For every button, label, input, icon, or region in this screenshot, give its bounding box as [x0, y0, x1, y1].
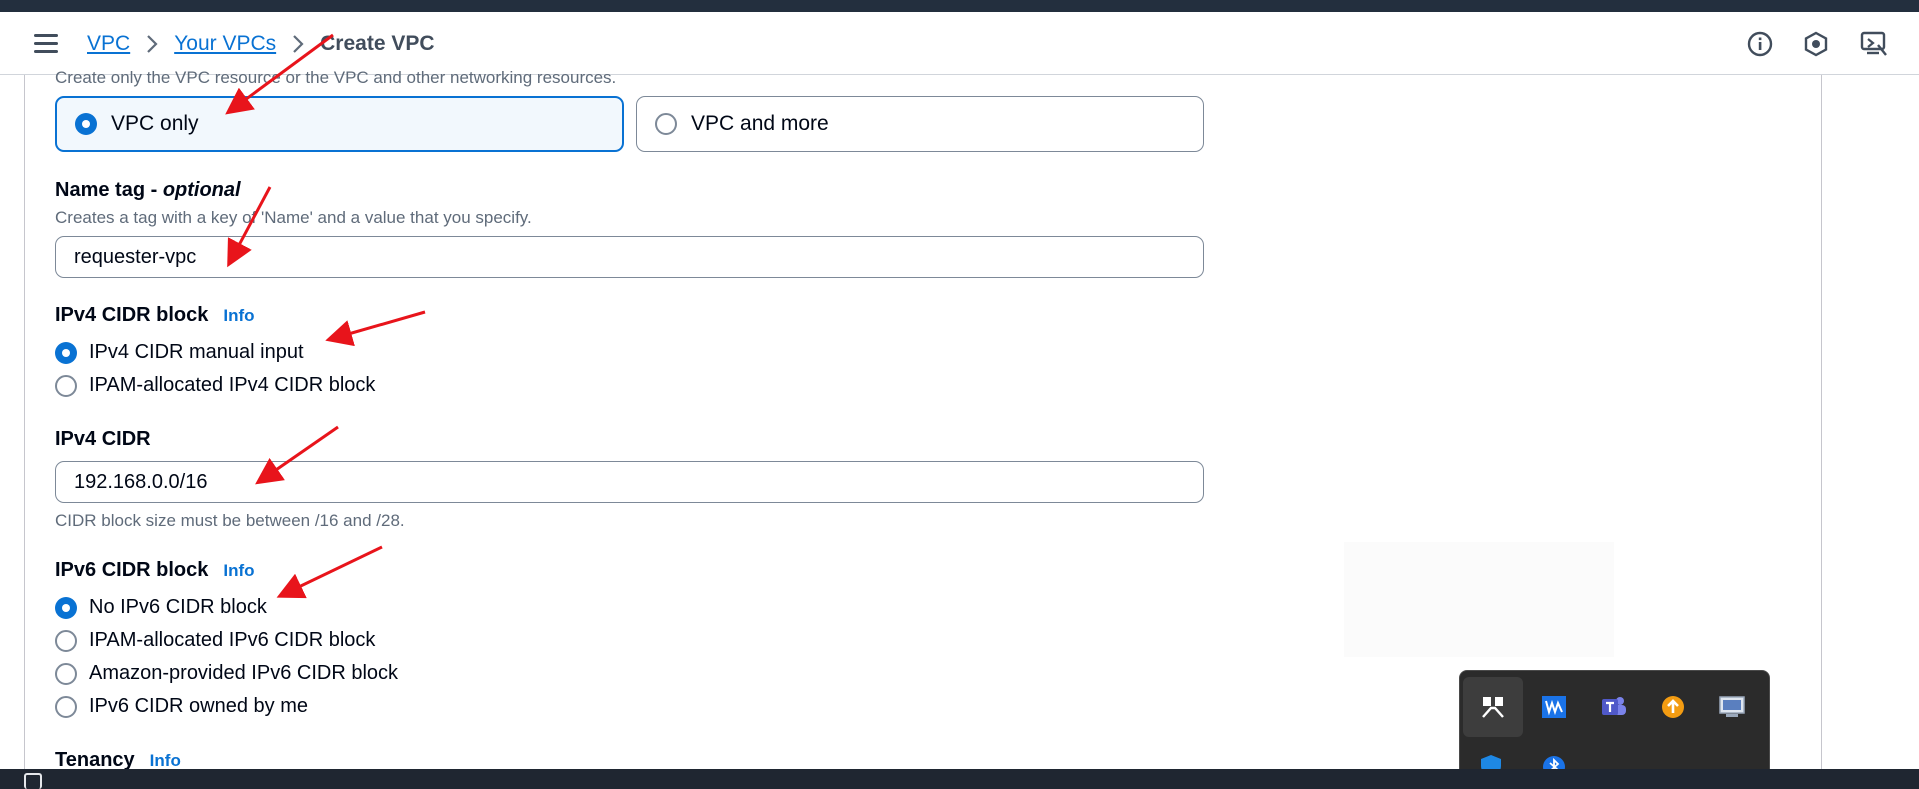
hamburger-menu-icon[interactable]	[34, 34, 58, 54]
ipv4-cidr-hint: CIDR block size must be between /16 and …	[55, 511, 405, 530]
info-icon[interactable]	[1745, 29, 1775, 59]
radio-unchecked-icon[interactable]	[55, 662, 77, 685]
breadcrumb-vpc-link[interactable]: VPC	[87, 32, 130, 56]
tenancy-label-text: Tenancy	[55, 749, 135, 771]
name-tag-description: Creates a tag with a key of 'Name' and a…	[55, 208, 532, 227]
ipv4-cidr-block-label: IPv4 CIDR block Info	[55, 304, 255, 327]
settings-icon[interactable]	[1801, 29, 1831, 59]
window-icon[interactable]	[24, 773, 42, 789]
display-icon[interactable]	[1713, 688, 1751, 726]
breadcrumb-current: Create VPC	[320, 32, 435, 55]
ipv6-block-info-link[interactable]: Info	[223, 561, 254, 580]
ipv4-cidr-label: IPv4 CIDR	[55, 428, 151, 450]
name-tag-label: Name tag - optional	[55, 179, 241, 202]
ipv4-cidr-value: 192.168.0.0/16	[74, 470, 208, 493]
radio-unchecked-icon[interactable]	[55, 629, 77, 652]
radio-label: No IPv6 CIDR block	[89, 596, 267, 618]
radio-label: IPv4 CIDR manual input	[89, 341, 304, 363]
name-tag-value: requester-vpc	[74, 245, 197, 268]
taskbar	[0, 769, 1919, 789]
radio-ipam-allocated-ipv4[interactable]: IPAM-allocated IPv4 CIDR block	[55, 374, 375, 397]
breadcrumb: VPC Your VPCs Create VPC	[87, 30, 435, 58]
chevron-right-icon	[146, 34, 158, 54]
radio-checked-icon[interactable]	[55, 596, 77, 619]
option-vpc-only[interactable]: VPC only	[55, 96, 624, 152]
optional-text: optional	[162, 179, 241, 201]
radio-label: IPAM-allocated IPv4 CIDR block	[89, 374, 376, 396]
name-tag-input[interactable]: requester-vpc	[55, 236, 1204, 278]
radio-amazon-provided-ipv6[interactable]: Amazon-provided IPv6 CIDR block	[55, 662, 398, 685]
audio-icon[interactable]	[1535, 688, 1573, 726]
name-tag-label-text: Name tag	[55, 179, 146, 201]
label-separator: -	[145, 179, 163, 201]
radio-ipam-allocated-ipv6[interactable]: IPAM-allocated IPv6 CIDR block	[55, 629, 375, 652]
ipv4-cidr-block-label-text: IPv4 CIDR block	[55, 304, 209, 326]
radio-label: IPAM-allocated IPv6 CIDR block	[89, 629, 376, 651]
radio-unchecked-icon[interactable]	[55, 374, 77, 397]
tenancy-info-link[interactable]: Info	[150, 751, 181, 770]
update-icon[interactable]	[1654, 688, 1692, 726]
radio-checked-icon[interactable]	[55, 341, 77, 364]
option-label: VPC and more	[691, 112, 829, 135]
feedback-icon[interactable]	[1859, 29, 1889, 59]
radio-unchecked-icon[interactable]	[655, 113, 677, 135]
ipv4-block-info-link[interactable]: Info	[223, 306, 254, 325]
ipv4-cidr-input[interactable]: 192.168.0.0/16	[55, 461, 1204, 503]
snip-icon[interactable]	[1463, 677, 1523, 737]
radio-label: Amazon-provided IPv6 CIDR block	[89, 662, 399, 684]
radio-label: IPv6 CIDR owned by me	[89, 695, 308, 717]
radio-unchecked-icon[interactable]	[55, 695, 77, 718]
radio-ipv4-manual-input[interactable]: IPv4 CIDR manual input	[55, 341, 304, 364]
radio-ipv6-owned-by-me[interactable]: IPv6 CIDR owned by me	[55, 695, 308, 718]
option-label: VPC only	[111, 112, 199, 135]
top-bar	[0, 0, 1919, 12]
resources-description: Create only the VPC resource or the VPC …	[55, 68, 617, 87]
chevron-right-icon	[292, 34, 304, 54]
radio-no-ipv6[interactable]: No IPv6 CIDR block	[55, 596, 267, 619]
ipv6-cidr-block-label: IPv6 CIDR block Info	[55, 559, 255, 582]
ipv6-cidr-block-label-text: IPv6 CIDR block	[55, 559, 209, 581]
faded-overlay	[1344, 542, 1614, 657]
teams-icon[interactable]	[1595, 688, 1633, 726]
option-vpc-and-more[interactable]: VPC and more	[636, 96, 1204, 152]
radio-checked-icon[interactable]	[75, 113, 97, 135]
page-header: VPC Your VPCs Create VPC	[0, 12, 1919, 75]
breadcrumb-your-vpcs-link[interactable]: Your VPCs	[174, 32, 276, 56]
